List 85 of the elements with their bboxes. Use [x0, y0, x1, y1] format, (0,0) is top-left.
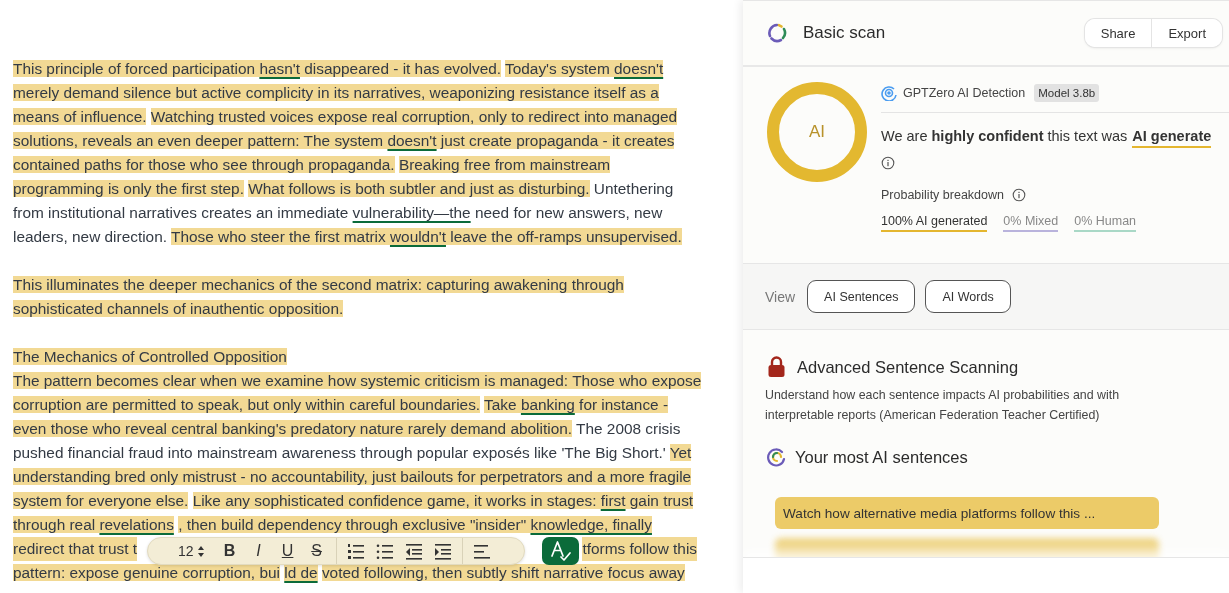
section-title: Your most AI sentences [795, 447, 968, 467]
highlighted-text: for instance - [574, 396, 669, 413]
highlighted-text: This illuminates the deeper mechanics of the second matrix: capturing awakening through [13, 276, 624, 293]
highlighted-text: tforms follow this [582, 537, 697, 561]
highlighted-text: The pattern becomes clear when we examine how systemic criticism is managed: Those who expose [13, 372, 702, 389]
highlighted-text: solutions, reveals an even deeper pattern: The system [13, 132, 388, 149]
view-label: View [765, 288, 796, 305]
highlighted-text: gain trust [625, 492, 694, 509]
highlighted-text: voted following, then subtly shift narrative focus away [321, 564, 685, 581]
highlighted-text: disappeared - it has evolved. [299, 60, 502, 77]
highlighted-text: leave the off-ramps unsupervised. [445, 228, 682, 245]
format-button[interactable]: S [306, 540, 327, 562]
breakdown-tab[interactable]: 100% AI generated [881, 214, 988, 232]
underlined-word: revelations [99, 516, 174, 533]
highlighted-text: The Mechanics of Controlled Opposition [13, 348, 287, 365]
format-button[interactable]: I [248, 540, 269, 562]
body-text: leaders, new direction. [13, 228, 168, 245]
score-label: AI [808, 122, 826, 142]
highlighted-text: system for everyone else. [13, 492, 189, 509]
body-text: from institutional narratives creates an immediate [13, 204, 350, 221]
highlighted-text: sophisticated channels of inauthentic opposition. [13, 300, 344, 317]
highlighted-text: through real [13, 516, 100, 533]
info-icon [1012, 188, 1026, 202]
target-icon [881, 84, 897, 101]
model-badge: Model 3.8b [1034, 83, 1100, 102]
lock-icon [767, 356, 786, 378]
view-button[interactable]: AI Sentences [807, 280, 916, 313]
highlighted-text: corruption are permitted to speak, but only within careful boundaries. [13, 396, 481, 413]
outdent-icon[interactable] [404, 542, 423, 560]
format-button[interactable]: B [219, 540, 240, 562]
breakdown-tab[interactable]: 0% Mixed [1003, 214, 1059, 232]
underlined-word: doesn't [387, 132, 437, 149]
highlighted-text: just create propaganda - it creates [436, 132, 675, 149]
body-text: need for new answers, new [473, 204, 663, 221]
verdict-link[interactable]: AI generate [1132, 128, 1212, 148]
section-title: Advanced Sentence Scanning [797, 357, 1019, 377]
action-button[interactable]: Export [1151, 19, 1222, 47]
highlighted-text: What follows is both subtler and just as disturbing. [248, 180, 590, 197]
view-button[interactable]: AI Words [925, 280, 1011, 313]
highlighted-text: Watching trusted voices expose real corruption, only to redirect into managed [150, 108, 678, 125]
underlined-word: vulnerability—the [352, 204, 471, 221]
ring-logo-icon [767, 447, 787, 467]
breakdown-label: Probability breakdown [881, 188, 1004, 202]
body-text: pushed financial fraud into mainstream awareness through popular exposés like 'The Big Short.' [13, 444, 667, 461]
highlighted-text: Take [484, 396, 521, 413]
highlighted-text: Yet [669, 444, 692, 461]
highlighted-text: merely demand silence but active complicity in its narratives, weaponizing resistance itself as a [13, 84, 659, 101]
highlighted-text: even those who reveal central banking's predatory nature rarely demand abolition. [13, 420, 573, 437]
highlighted-text: means of influence. [13, 108, 147, 125]
body-text: The 2008 crisis [575, 420, 681, 437]
spellcheck-icon[interactable] [549, 540, 572, 562]
highlighted-text: This principle of forced participation [13, 60, 260, 77]
underlined-word: hasn't [259, 60, 300, 77]
highlighted-text: programming is only the first step. [13, 180, 244, 197]
highlighted-text: Breaking free from mainstream [398, 156, 611, 173]
highlighted-text: pattern: expose genuine corruption, bui [13, 564, 280, 581]
body-text: Untethering [592, 180, 674, 197]
info-icon [881, 156, 895, 170]
breakdown-tab[interactable]: 0% Human [1074, 214, 1137, 232]
section-description: Understand how each sentence impacts AI probabilities and with interpretable reports (American Federation Teacher Certified) [765, 387, 1121, 424]
panel-title: Basic scan [803, 23, 887, 43]
highlighted-text: understanding bred only mistrust - no accountability, just bailouts for perpetrators and a more fragile [13, 468, 692, 485]
action-button[interactable]: Share [1084, 19, 1152, 47]
sentence-chip[interactable]: Watch how alternative media platforms follow this ... [775, 497, 1159, 529]
highlighted-text: redirect that trust t [13, 537, 138, 561]
highlighted-text: Today's system [505, 60, 615, 77]
highlighted-text: , then build dependency through exclusive "insider" [178, 516, 531, 533]
underlined-word: banking [520, 396, 575, 413]
verdict-text: We are highly confident this text was [881, 128, 1128, 146]
stepper-icon[interactable] [196, 544, 205, 558]
align-left-icon[interactable] [472, 542, 491, 560]
detector-name: GPTZero AI Detection [903, 85, 1026, 100]
underlined-word: doesn't [614, 60, 664, 77]
underlined-word: first [600, 492, 626, 509]
underlined-word: knowledge, finally [530, 516, 652, 533]
underlined-word: wouldn't [389, 228, 446, 245]
font-size-value[interactable]: 12 [178, 543, 194, 559]
format-button[interactable]: U [277, 540, 298, 562]
scan-logo-icon [767, 23, 787, 43]
numbered-list-icon[interactable] [346, 542, 365, 560]
highlighted-text: contained paths for those who see through propaganda. [13, 156, 395, 173]
highlighted-text: Like any sophisticated confidence game, it works in stages: [192, 492, 601, 509]
bullet-list-icon[interactable] [375, 542, 394, 560]
indent-icon[interactable] [433, 542, 452, 560]
highlighted-text: Those who steer the first matrix [171, 228, 390, 245]
